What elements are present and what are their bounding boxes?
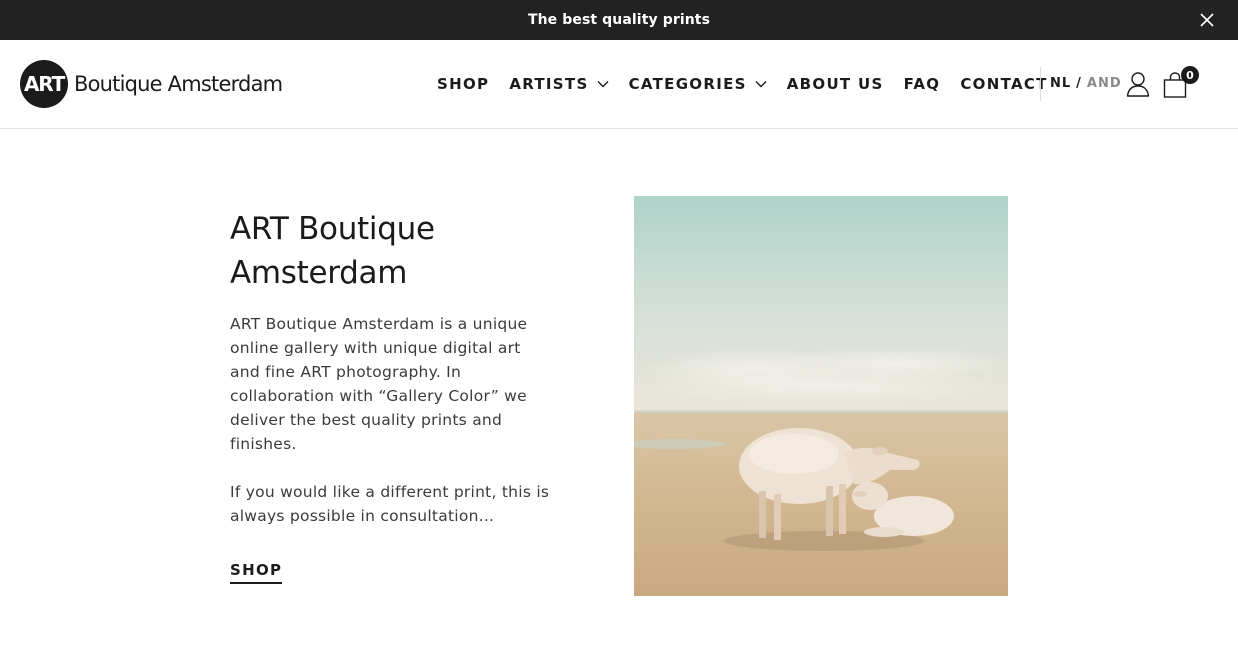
- lang-en-link[interactable]: AND: [1087, 76, 1122, 91]
- nav-about-us[interactable]: ABOUT US: [787, 75, 884, 93]
- header-divider: [1040, 67, 1041, 101]
- cart-count-badge: 0: [1181, 66, 1199, 84]
- announcement-text: The best quality prints: [527, 12, 711, 28]
- hero-image: [634, 196, 1008, 596]
- chevron-down-icon: [597, 81, 609, 88]
- site-header: ART Boutique Amsterdam SHOP ARTISTS CATE…: [0, 40, 1238, 129]
- nav-shop-label: SHOP: [437, 75, 490, 93]
- nav-faq-label: FAQ: [903, 75, 941, 93]
- main-nav: SHOP ARTISTS CATEGORIES ABOUT US FAQ CON…: [437, 72, 1048, 96]
- sheep-photo: [634, 196, 1008, 596]
- intro-paragraph-secondary: If you would like a different print, thi…: [230, 483, 550, 525]
- lang-nl-link[interactable]: NL: [1050, 76, 1071, 91]
- intro-paragraph: ART Boutique Amsterdam is a unique onlin…: [230, 315, 528, 453]
- cart-button[interactable]: 0: [1163, 66, 1203, 100]
- nav-contact-label: CONTACT: [960, 75, 1048, 93]
- logo-mark: ART: [20, 60, 68, 108]
- user-icon[interactable]: [1126, 71, 1150, 97]
- nav-categories-label: CATEGORIES: [628, 75, 747, 93]
- logo-text: Boutique Amsterdam: [74, 72, 283, 96]
- logo[interactable]: ART Boutique Amsterdam: [20, 60, 283, 108]
- nav-contact[interactable]: CONTACT: [960, 75, 1047, 93]
- page-title: ART Boutique Amsterdam: [230, 211, 435, 291]
- lang-separator: /: [1076, 76, 1082, 91]
- nav-faq[interactable]: FAQ: [904, 75, 941, 93]
- close-icon[interactable]: [1198, 11, 1216, 29]
- shop-cta-link[interactable]: SHOP: [230, 561, 283, 584]
- announcement-bar: The best quality prints: [0, 0, 1238, 40]
- nav-artists-label: ARTISTS: [509, 75, 589, 93]
- nav-categories[interactable]: CATEGORIES: [629, 75, 767, 93]
- language-switcher: NL / AND: [1050, 76, 1122, 91]
- chevron-down-icon: [755, 81, 767, 88]
- nav-shop[interactable]: SHOP: [437, 75, 489, 93]
- nav-artists[interactable]: ARTISTS: [509, 75, 609, 93]
- nav-about-us-label: ABOUT US: [786, 75, 884, 93]
